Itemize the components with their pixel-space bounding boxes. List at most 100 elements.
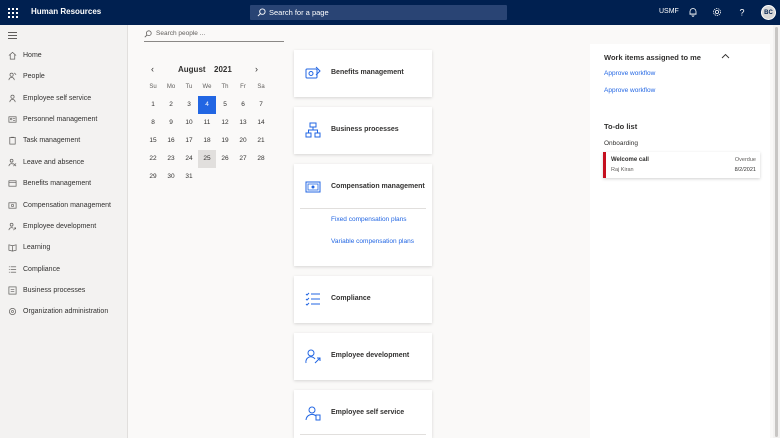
search-people-input[interactable]: Search people ...: [144, 27, 284, 42]
calendar-day[interactable]: 17: [180, 132, 198, 150]
calendar-day[interactable]: 10: [180, 114, 198, 132]
calendar-day[interactable]: 5: [216, 96, 234, 114]
nav-item-personnel-management[interactable]: Personnel management: [0, 111, 127, 129]
nav-item-benefits-management[interactable]: Benefits management: [0, 175, 127, 193]
calendar-day[interactable]: 8: [144, 114, 162, 132]
calendar-day[interactable]: 27: [234, 150, 252, 168]
calendar-day[interactable]: 2: [162, 96, 180, 114]
app-title[interactable]: Human Resources: [31, 7, 101, 16]
calendar-day[interactable]: 22: [144, 150, 162, 168]
calendar-weekday: Mo: [166, 84, 176, 90]
calendar-day[interactable]: 29: [144, 168, 162, 186]
processes-card-icon: [305, 122, 321, 138]
leave-icon: [8, 158, 17, 167]
nav-item-organization-administration[interactable]: Organization administration: [0, 303, 127, 321]
development-card-icon: [305, 349, 321, 364]
calendar-day[interactable]: 12: [216, 114, 234, 132]
calendar-day[interactable]: 9: [162, 114, 180, 132]
calendar-day[interactable]: 6: [234, 96, 252, 114]
card-employee-development[interactable]: Employee development: [294, 333, 432, 380]
card-title: Benefits management: [331, 69, 404, 76]
calendar-weekday: Su: [149, 84, 157, 90]
calendar-next-month-icon[interactable]: ›: [255, 65, 263, 74]
calendar-day[interactable]: 31: [180, 168, 198, 186]
nav-item-learning[interactable]: Learning: [0, 239, 127, 257]
card-compensation-management[interactable]: Compensation management Fixed compensati…: [294, 164, 432, 266]
person-icon: [9, 94, 16, 103]
calendar-day[interactable]: 25: [198, 150, 216, 168]
nav-label: Compensation management: [23, 202, 111, 209]
calendar-day[interactable]: 11: [198, 114, 216, 132]
top-bar: Human Resources Search for a page USMF ?…: [0, 0, 780, 25]
calendar-day[interactable]: 15: [144, 132, 162, 150]
todo-item-name: Welcome call: [611, 157, 649, 163]
avatar[interactable]: BC: [761, 5, 776, 20]
calendar-prev-month-icon[interactable]: ‹: [151, 65, 159, 74]
company-picker[interactable]: USMF: [659, 8, 679, 15]
calendar-day[interactable]: 20: [234, 132, 252, 150]
nav-label: Organization administration: [23, 308, 109, 315]
nav-item-employee-self-service[interactable]: Employee self service: [0, 90, 127, 108]
calendar-day[interactable]: 19: [216, 132, 234, 150]
search-people-placeholder: Search people ...: [156, 30, 206, 37]
nav-item-compliance[interactable]: Compliance: [0, 261, 127, 279]
organization-icon: [8, 307, 17, 316]
gear-icon[interactable]: [712, 7, 722, 17]
link-fixed-compensation-plans[interactable]: Fixed compensation plans: [331, 215, 421, 224]
nav-item-compensation-management[interactable]: Compensation management: [0, 197, 127, 215]
calendar-day[interactable]: 30: [162, 168, 180, 186]
page-scrollbar[interactable]: [773, 25, 780, 438]
todo-item[interactable]: Welcome call Raj Kiran Overdue 8/2/2021: [603, 152, 760, 178]
calendar-year[interactable]: 2021: [214, 65, 232, 74]
nav-item-employee-development[interactable]: Employee development: [0, 218, 127, 236]
nav-item-task-management[interactable]: Task management: [0, 132, 127, 150]
scrollbar-thumb[interactable]: [775, 27, 778, 437]
nav-item-home[interactable]: Home: [0, 47, 127, 65]
calendar-day[interactable]: 18: [198, 132, 216, 150]
bell-icon[interactable]: [688, 7, 698, 17]
help-icon[interactable]: ?: [737, 7, 747, 18]
calendar-day[interactable]: 3: [180, 96, 198, 114]
page-search-box[interactable]: Search for a page: [250, 5, 507, 20]
card-divider: [300, 434, 426, 435]
development-icon: [8, 222, 16, 231]
calendar-day[interactable]: 24: [180, 150, 198, 168]
calendar-day[interactable]: 26: [216, 150, 234, 168]
nav-item-people[interactable]: People: [0, 68, 127, 86]
approve-workflow-link[interactable]: Approve workflow: [604, 87, 655, 94]
link-variable-compensation-plans[interactable]: Variable compensation plans: [331, 237, 421, 246]
todo-item-date: 8/2/2021: [734, 167, 756, 173]
card-title: Employee self service: [331, 409, 405, 416]
approve-workflow-link[interactable]: Approve workflow: [604, 70, 655, 77]
calendar-day[interactable]: 13: [234, 114, 252, 132]
todo-item-person: Raj Kiran: [611, 167, 634, 173]
compensation-card-icon: [305, 181, 321, 193]
calendar-day[interactable]: 14: [252, 114, 270, 132]
card-compliance[interactable]: Compliance: [294, 276, 432, 323]
calendar-day[interactable]: 16: [162, 132, 180, 150]
home-icon: [8, 51, 17, 60]
nav-item-business-processes[interactable]: Business processes: [0, 282, 127, 300]
calendar-day-selected[interactable]: 4: [198, 96, 216, 114]
app-launcher-icon[interactable]: [8, 8, 18, 18]
calendar-day[interactable]: 23: [162, 150, 180, 168]
calendar-day[interactable]: 28: [252, 150, 270, 168]
calendar-day[interactable]: 7: [252, 96, 270, 114]
calendar-weekday: Tu: [185, 84, 193, 90]
navigation-pane: Home People Employee self service Person…: [0, 25, 128, 438]
chevron-up-icon[interactable]: [721, 53, 730, 59]
nav-item-leave-and-absence[interactable]: Leave and absence: [0, 154, 127, 172]
page-search-placeholder: Search for a page: [269, 8, 329, 17]
card-employee-self-service[interactable]: Employee self service: [294, 390, 432, 438]
nav-label: Compliance: [23, 266, 60, 273]
work-items-panel: Work items assigned to me Approve workfl…: [590, 44, 770, 438]
calendar-day[interactable]: 1: [144, 96, 162, 114]
card-benefits-management[interactable]: Benefits management: [294, 50, 432, 97]
calendar-day[interactable]: 21: [252, 132, 270, 150]
calendar-month[interactable]: August: [178, 65, 206, 74]
card-business-processes[interactable]: Business processes: [294, 107, 432, 154]
search-icon: [144, 30, 152, 38]
hamburger-menu-icon[interactable]: [8, 32, 17, 39]
nav-label: Benefits management: [23, 180, 92, 187]
card-title: Business processes: [331, 126, 399, 133]
